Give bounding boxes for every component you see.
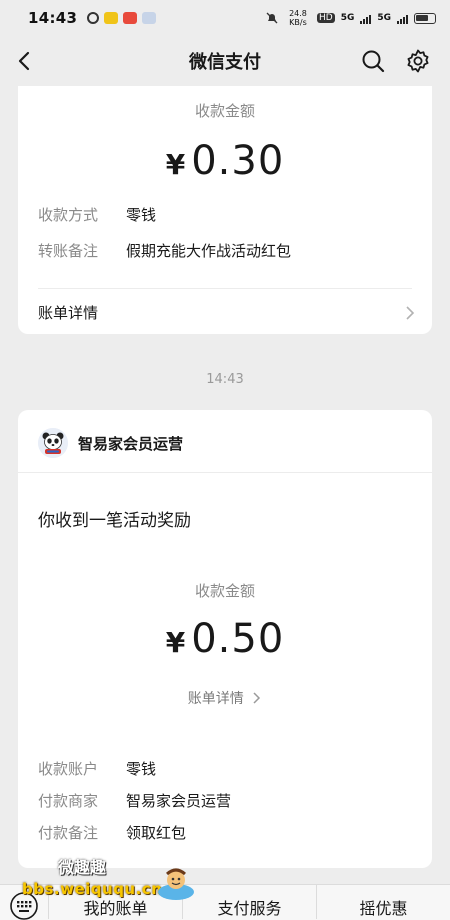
bill-detail-link[interactable]: 账单详情 — [38, 302, 416, 323]
amount-label: 收款金额 — [194, 582, 255, 600]
app-notification-icon — [87, 12, 100, 24]
bill-detail-label: 账单详情 — [38, 304, 99, 322]
signal-icon — [397, 13, 408, 24]
status-bar: 14:43 24.8 KB/s HD 5G 5G — [0, 0, 450, 36]
signal-icon — [360, 13, 372, 24]
bill-detail-link[interactable]: 账单详情 — [18, 688, 432, 708]
status-right: 24.8 KB/s HD 5G 5G — [265, 9, 436, 27]
watermark-title: 微趣趣 — [58, 858, 107, 877]
info-row: 付款商家 智易家会员运营 — [38, 790, 231, 811]
app-notification-icon — [104, 12, 119, 24]
battery-icon — [414, 12, 436, 24]
info-row: 付款备注 领取红包 — [38, 822, 186, 843]
merchant-header[interactable]: 智易家会员运营 — [38, 428, 183, 458]
status-time: 14:43 — [28, 9, 78, 27]
info-row: 收款账户 零钱 — [38, 758, 156, 779]
message-timestamp: 14:43 — [206, 372, 244, 387]
notification-icons — [87, 12, 157, 24]
amount-display: ¥ 0.30 — [18, 138, 432, 184]
bill-detail-label: 账单详情 — [187, 691, 244, 707]
currency-symbol: ¥ — [165, 626, 186, 659]
mascot-icon — [158, 868, 194, 900]
info-value: 智易家会员运营 — [126, 792, 232, 810]
amount-display: ¥ 0.50 — [18, 616, 432, 662]
info-key: 付款商家 — [38, 792, 99, 810]
chevron-right-icon — [253, 692, 261, 704]
network-label: 5G — [340, 13, 355, 23]
divider — [38, 288, 412, 289]
network-label-2: 5G — [377, 13, 391, 23]
app-notification-icon — [123, 12, 138, 24]
chevron-left-icon[interactable] — [12, 48, 38, 74]
currency-symbol: ¥ — [165, 148, 186, 181]
tab-payment-services[interactable]: 支付服务 — [182, 885, 316, 919]
page-title: 微信支付 — [189, 52, 261, 73]
gear-icon[interactable] — [405, 48, 431, 74]
watermark-url: bbs.weiququ.cn — [22, 880, 163, 898]
watermark: 微趣趣 bbs.weiququ.cn — [0, 848, 200, 904]
info-key: 转账备注 — [38, 242, 99, 260]
merchant-name: 智易家会员运营 — [78, 434, 184, 453]
info-value: 零钱 — [126, 206, 157, 224]
net-speed: 24.8 KB/s — [289, 9, 307, 27]
amount-value: 0.50 — [191, 616, 285, 662]
info-key: 收款方式 — [38, 206, 99, 224]
hd-icon: HD — [316, 13, 335, 23]
search-icon[interactable] — [360, 48, 386, 74]
app-notification-icon — [142, 12, 157, 24]
nav-bar: 微信支付 — [0, 36, 450, 86]
info-row: 转账备注 假期充能大作战活动红包 — [38, 240, 291, 261]
payment-card-2[interactable]: 智易家会员运营 你收到一笔活动奖励 收款金额 ¥ 0.50 账单详情 收款账户 … — [18, 410, 432, 868]
chevron-right-icon — [406, 305, 415, 320]
payment-card-1[interactable]: 收款金额 ¥ 0.30 收款方式 零钱 转账备注 假期充能大作战活动红包 账单详… — [18, 86, 432, 334]
divider — [18, 472, 432, 473]
info-key: 付款备注 — [38, 824, 99, 842]
amount-value: 0.30 — [191, 138, 285, 184]
tab-shake-offers[interactable]: 摇优惠 — [316, 885, 450, 919]
info-row: 收款方式 零钱 — [38, 204, 156, 225]
message-headline: 你收到一笔活动奖励 — [38, 511, 191, 531]
info-key: 收款账户 — [38, 760, 99, 778]
info-value: 领取红包 — [126, 824, 187, 842]
mute-bell-icon — [266, 12, 278, 24]
info-value: 假期充能大作战活动红包 — [126, 242, 292, 260]
info-value: 零钱 — [126, 760, 157, 778]
amount-label: 收款金额 — [194, 102, 255, 120]
merchant-logo-icon — [38, 428, 68, 458]
